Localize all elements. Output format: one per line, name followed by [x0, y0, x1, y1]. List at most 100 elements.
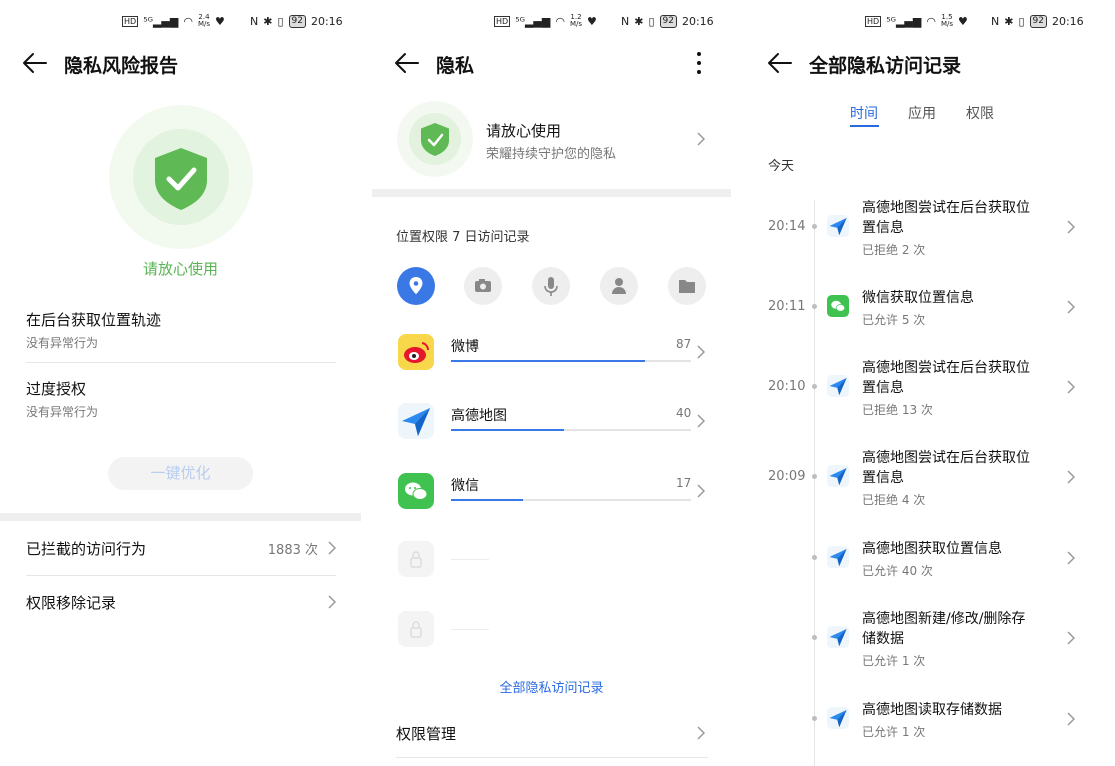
permission-type-selector — [396, 266, 708, 306]
record-item[interactable]: 20:09 高德地图尝试在后台获取位 置信息 已拒绝 4 次 — [745, 448, 1115, 508]
app-count: 87 — [676, 337, 692, 351]
timeline-dot — [812, 555, 817, 560]
amap-app-icon — [398, 403, 434, 439]
blocked-access-row[interactable]: 已拦截的访问行为 1883 次 — [26, 538, 336, 560]
divider — [26, 362, 336, 363]
locked-app-placeholder — [398, 541, 434, 577]
network-speed: 1.5 M/s — [940, 13, 953, 28]
amap-app-icon — [827, 626, 849, 648]
record-title: 高德地图尝试在后台获取位 置信息 — [862, 360, 1030, 396]
hd-icon: HD — [122, 15, 139, 27]
location-icon[interactable] — [396, 266, 436, 306]
item-subtitle: 没有异常行为 — [26, 336, 99, 350]
more-options-icon[interactable] — [696, 51, 702, 75]
record-status: 已拒绝 4 次 — [862, 493, 926, 507]
vibrate-icon: ▯ — [277, 14, 284, 28]
divider — [396, 757, 708, 758]
signal-icon: ⁵ᴳ▂▄▆ — [886, 14, 922, 28]
record-status: 已允许 5 次 — [862, 313, 926, 327]
header: 隐私风险报告 — [0, 46, 361, 80]
chevron-right-icon — [1067, 712, 1075, 726]
shield-check-icon — [397, 101, 473, 177]
app-row-weibo[interactable]: 微博 87 — [396, 330, 708, 374]
heart-icon: ♥ — [587, 14, 597, 28]
bluetooth-icon: ✱ — [263, 14, 273, 28]
all-privacy-records-link[interactable]: 全部隐私访问记录 — [372, 677, 731, 696]
chevron-right-icon — [328, 595, 336, 609]
tab-time[interactable]: 时间 — [850, 103, 878, 123]
record-title: 高德地图尝试在后台获取位 置信息 — [862, 450, 1030, 486]
locked-app-placeholder — [398, 611, 434, 647]
back-arrow-icon[interactable] — [394, 52, 420, 74]
timeline-dot — [812, 635, 817, 640]
chevron-right-icon — [1067, 470, 1075, 484]
chevron-right-icon — [697, 484, 705, 498]
chevron-right-icon — [697, 414, 705, 428]
record-status: 已允许 1 次 — [862, 654, 926, 668]
permission-removal-row[interactable]: 权限移除记录 — [26, 592, 336, 614]
microphone-icon[interactable] — [531, 266, 571, 306]
battery-level: 92 — [288, 14, 306, 28]
over-authorization-item[interactable]: 过度授权 没有异常行为 — [26, 378, 336, 420]
app-name: 微信 — [451, 478, 479, 494]
record-status: 已拒绝 2 次 — [862, 243, 926, 257]
status-bar-right: N ✱ ▯ 92 20:16 — [250, 12, 343, 30]
status-bar-right: N ✱ ▯ 92 20:16 — [991, 12, 1084, 30]
timeline-dot — [812, 384, 817, 389]
record-item[interactable]: 高德地图读取存储数据 已允许 1 次 — [745, 690, 1115, 750]
amap-app-icon — [827, 707, 849, 729]
wifi-icon: ◠ — [183, 14, 193, 28]
placeholder-line — [451, 559, 489, 560]
wifi-icon: ◠ — [926, 14, 936, 28]
tab-app[interactable]: 应用 — [908, 103, 936, 123]
section-separator — [372, 189, 731, 197]
battery-level: 92 — [1029, 14, 1047, 28]
placeholder-line — [451, 629, 489, 630]
record-time: 20:10 — [768, 379, 806, 394]
record-item[interactable]: 20:14 高德地图尝试在后台获取位 置信息 已拒绝 2 次 — [745, 198, 1115, 258]
timeline-dot — [812, 304, 817, 309]
card-title: 请放心使用 — [486, 122, 562, 140]
row-label: 权限管理 — [396, 725, 457, 743]
record-time: 20:14 — [768, 219, 806, 234]
chevron-right-icon — [1067, 300, 1075, 314]
vibrate-icon: ▯ — [1018, 14, 1025, 28]
one-click-optimize-button[interactable]: 一键优化 — [108, 457, 253, 490]
privacy-risk-report-screen: HD ⁵ᴳ▂▄▆ ◠ 2.4 M/s ♥ N ✱ ▯ 92 20:16 隐私风险报… — [0, 0, 361, 766]
back-arrow-icon[interactable] — [22, 52, 48, 74]
folder-icon[interactable] — [667, 266, 707, 306]
item-title: 在后台获取位置轨迹 — [26, 311, 162, 329]
record-item[interactable]: 高德地图获取位置信息 已允许 40 次 — [745, 529, 1115, 589]
status-time: 20:16 — [681, 14, 714, 28]
item-subtitle: 没有异常行为 — [26, 405, 99, 419]
permission-management-row[interactable]: 权限管理 — [396, 723, 708, 745]
app-row-wechat[interactable]: 微信 17 — [396, 469, 708, 513]
nfc-icon: N — [991, 14, 1000, 28]
app-count: 17 — [676, 476, 692, 490]
usage-bar-fill — [451, 499, 523, 501]
chevron-right-icon — [328, 541, 336, 555]
signal-icon: ⁵ᴳ▂▄▆ — [143, 14, 179, 28]
safe-status-card[interactable]: 请放心使用 荣耀持续守护您的隐私 — [396, 100, 708, 178]
app-row-amap[interactable]: 高德地图 40 — [396, 399, 708, 443]
contacts-icon[interactable] — [599, 266, 639, 306]
chevron-right-icon — [697, 132, 705, 146]
record-item[interactable]: 高德地图新建/修改/删除存 储数据 已允许 1 次 — [745, 609, 1115, 669]
privacy-screen: HD ⁵ᴳ▂▄▆ ◠ 1.2 M/s ♥ N ✱ ▯ 92 20:16 隐私 请放… — [372, 0, 731, 766]
record-status: 已允许 1 次 — [862, 725, 926, 739]
camera-icon[interactable] — [463, 266, 503, 306]
tab-permission[interactable]: 权限 — [966, 103, 994, 123]
app-name: 微博 — [451, 339, 479, 355]
record-title: 微信获取位置信息 — [862, 290, 974, 306]
hd-icon: HD — [865, 15, 882, 27]
wifi-icon: ◠ — [555, 14, 565, 28]
record-item[interactable]: 20:11 微信获取位置信息 已允许 5 次 — [745, 278, 1115, 338]
bluetooth-icon: ✱ — [634, 14, 644, 28]
status-time: 20:16 — [1051, 14, 1084, 28]
blocked-count: 1883 次 — [267, 543, 318, 558]
back-arrow-icon[interactable] — [767, 52, 793, 74]
record-item[interactable]: 20:10 高德地图尝试在后台获取位 置信息 已拒绝 13 次 — [745, 358, 1115, 418]
background-location-item[interactable]: 在后台获取位置轨迹 没有异常行为 — [26, 309, 336, 351]
wechat-app-icon — [827, 295, 849, 317]
nfc-icon: N — [621, 14, 630, 28]
